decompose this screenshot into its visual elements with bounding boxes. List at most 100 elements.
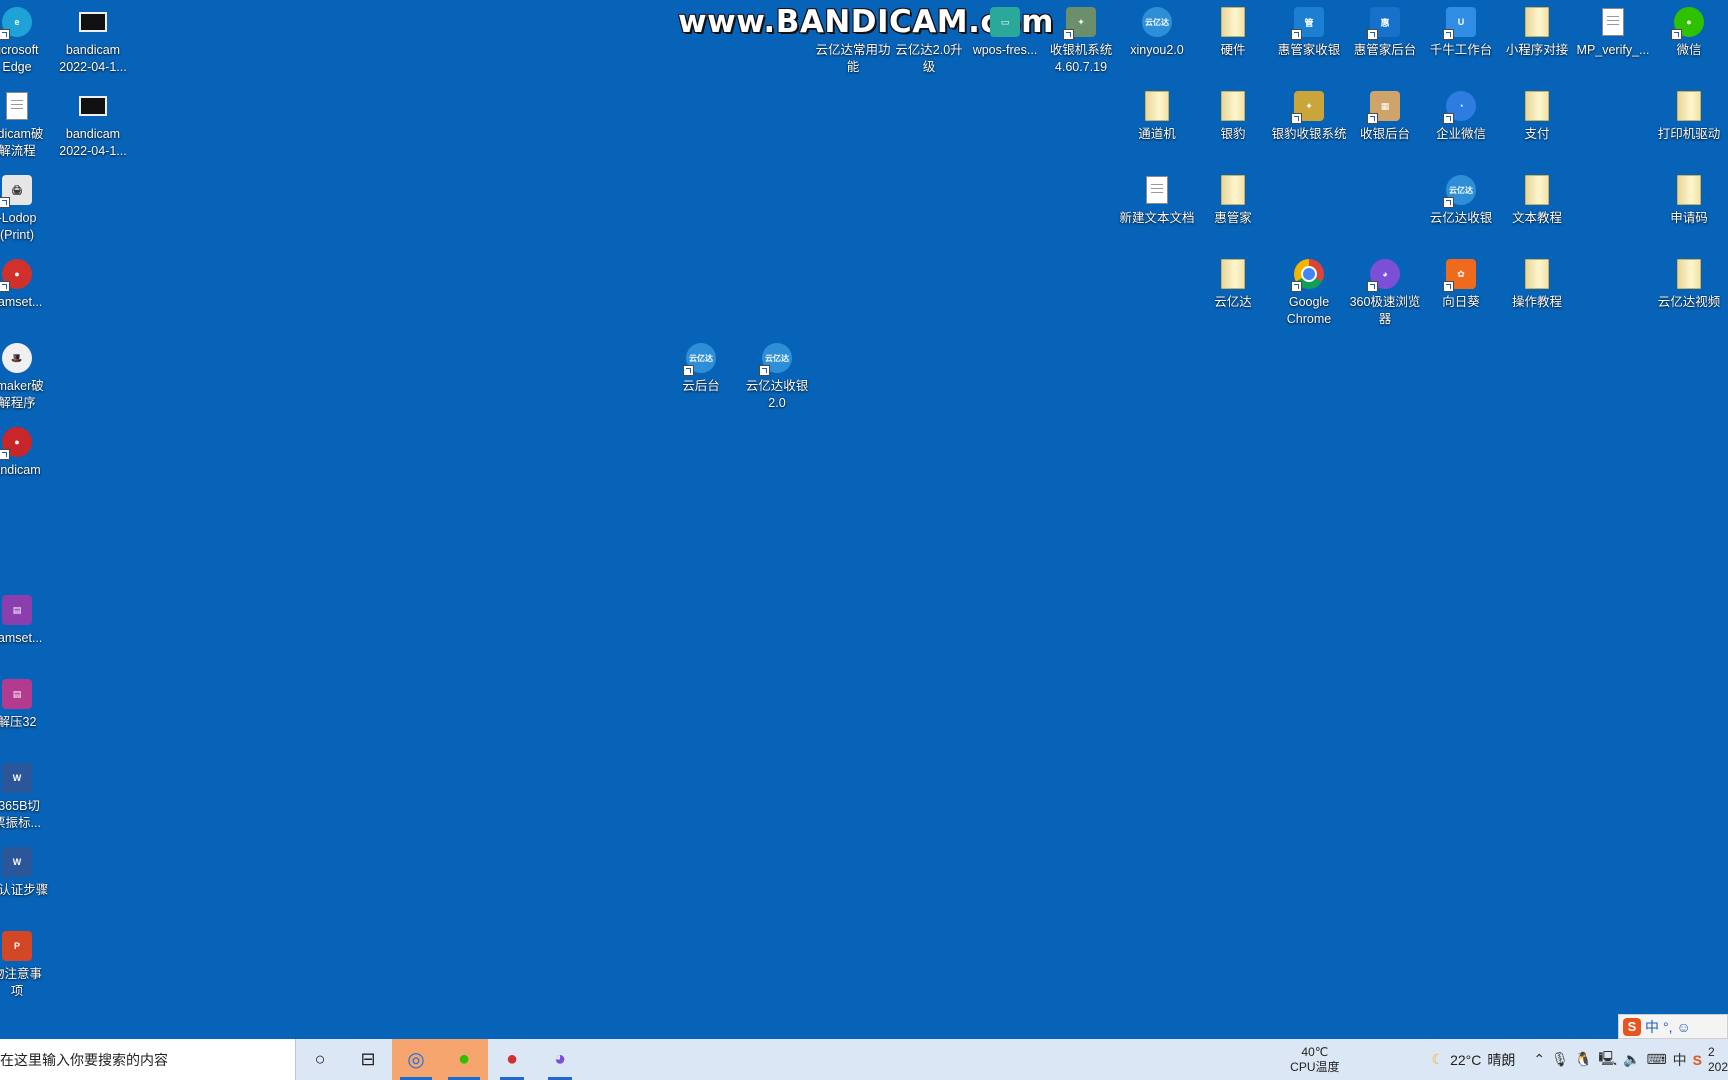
desktop-icon-label: camset...	[0, 631, 43, 645]
shortcut-arrow-icon	[1291, 29, 1302, 40]
desktop-icon-printer-driver[interactable]: 打印机驱动	[1652, 90, 1726, 143]
desktop-icon-operation-tutorial[interactable]: 操作教程	[1500, 258, 1574, 311]
volume-icon[interactable]: 🔈	[1623, 1051, 1640, 1068]
desktop-icon-bandicam2[interactable]: bandicam 2022-04-1...	[56, 90, 130, 160]
desktop-icon-label: 收银后台	[1359, 127, 1410, 141]
desktop-icon-label: 云亿达收银 2.0	[745, 379, 809, 410]
desktop-icon-mp-verify[interactable]: MP_verify_...	[1576, 6, 1650, 59]
desktop-icon-bandicam1[interactable]: bandicam 2022-04-1...	[56, 6, 130, 76]
folder-icon	[1521, 258, 1553, 290]
clock-date: 202	[1708, 1059, 1728, 1074]
desktop-icon-label: 支付	[1524, 127, 1550, 141]
desktop-icon-360[interactable]: ◕ 360极速浏览 器	[1348, 258, 1422, 328]
desktop-icon-lodop[interactable]: 🖨 -Lodop (Print)	[0, 174, 54, 244]
desktop-icon-tutorial[interactable]: 文本教程	[1500, 174, 1574, 227]
desktop-icon-yun-pos2[interactable]: 云亿达 云亿达收银 2.0	[740, 342, 814, 412]
network-icon[interactable]: 🖳	[1598, 1048, 1617, 1072]
weather-desc[interactable]: 晴朗	[1487, 1050, 1515, 1070]
desktop-icon-label: 惠管家后台	[1353, 43, 1417, 57]
desktop-icon-yinbao[interactable]: 银豹	[1196, 90, 1270, 143]
desktop-icon-hgj-backend[interactable]: 惠惠管家后台	[1348, 6, 1422, 59]
desktop-icon-xinyou[interactable]: 云亿达 xinyou2.0	[1120, 6, 1194, 59]
desktop-icon-bandicam-app[interactable]: ● andicam	[0, 426, 54, 479]
desktop-icon-ppt-notes[interactable]: P 物注意事 项	[0, 930, 54, 1000]
microphone-icon[interactable]: 🎙	[1551, 1051, 1569, 1068]
taskbar-app-bandicam[interactable]: ●	[488, 1039, 536, 1080]
desktop-icon-hardware[interactable]: 硬件	[1196, 6, 1270, 59]
desktop-icon-pay[interactable]: 支付	[1500, 90, 1574, 143]
desktop-icon-yun-pos[interactable]: 云亿达 云亿达收银	[1424, 174, 1498, 227]
folder-icon	[1673, 90, 1705, 122]
taskbar-app-wechat[interactable]: ●	[440, 1039, 488, 1080]
desktop-icon-yun-backend[interactable]: 云亿达 云后台	[664, 342, 738, 395]
desktop-icon-yun-common[interactable]: 云亿达常用功 能	[815, 6, 890, 76]
desktop-icon-word-auth[interactable]: W 言认证步骤	[0, 846, 54, 899]
folder-icon	[1217, 6, 1249, 38]
image-icon: ▦	[1367, 90, 1401, 124]
360-icon: ◕	[553, 1048, 567, 1070]
desktop-icon-yun-video[interactable]: 云亿达视频	[1652, 258, 1726, 311]
desktop-icon-chrome[interactable]: Google Chrome	[1272, 258, 1346, 328]
clock[interactable]: 2 202	[1708, 1045, 1728, 1075]
desktop-icon-yunyida[interactable]: 云亿达	[1196, 258, 1270, 311]
wechat-icon: ●	[457, 1048, 471, 1070]
edge-icon: e	[0, 6, 33, 40]
qq-icon[interactable]: 🐧	[1575, 1051, 1592, 1068]
desktop-icon-label: 云亿达常用功 能	[815, 43, 891, 74]
task-view-button[interactable]: ⊟	[344, 1039, 392, 1080]
desktop-icon-pos-backend[interactable]: ▦ 收银后台	[1348, 90, 1422, 143]
desktop-icon-unzip32[interactable]: ▤ 解压32	[0, 678, 54, 731]
desktop-icon-wpos[interactable]: ▭ wpos-fres...	[968, 6, 1042, 59]
desktop-icon-pos-system[interactable]: ✦ 收银机系统 4.60.7.19	[1044, 6, 1118, 76]
desktop-icon-yinbao-pos[interactable]: ✦ 银豹收银系统	[1271, 90, 1347, 143]
taskbar-search-input[interactable]: 在这里输入你要搜索的内容	[0, 1039, 296, 1080]
ime-language[interactable]: 中	[1645, 1017, 1659, 1037]
desktop-icon-edge[interactable]: elicrosoft Edge	[0, 6, 54, 76]
chevron-up-icon[interactable]: ⌃	[1533, 1051, 1545, 1068]
desktop-icon-label: 申请码	[1670, 211, 1708, 225]
taskbar-app-360[interactable]: ◕	[536, 1039, 584, 1080]
folder-icon	[1521, 6, 1553, 38]
desktop-icon-new-text[interactable]: 新建文本文档	[1119, 174, 1195, 227]
cortana-button[interactable]: ○	[296, 1039, 344, 1080]
keyboard-icon[interactable]: ⌨	[1646, 1051, 1666, 1068]
desktop-icon-label: 微信	[1676, 43, 1702, 57]
desktop-icon-yun-upgrade[interactable]: 云亿达2.0升 级	[892, 6, 966, 76]
desktop-icon-label: 向日葵	[1442, 295, 1480, 309]
desktop-icon-label: 文本教程	[1511, 211, 1562, 225]
weather-temp[interactable]: 22°C	[1450, 1052, 1481, 1068]
desktop-icon-channel[interactable]: 通道机	[1120, 90, 1194, 143]
qianniu-icon: U	[1443, 6, 1477, 40]
shortcut-arrow-icon	[0, 281, 10, 292]
desktop-icon-label: 惠管家	[1214, 211, 1252, 225]
sogou-ime-icon[interactable]: S	[1623, 1017, 1641, 1036]
taskbar-app-browser[interactable]: ◎	[392, 1039, 440, 1080]
desktop-icon-qianniu[interactable]: U 千牛工作台	[1424, 6, 1498, 59]
desktop-icon-wechat[interactable]: ● 微信	[1652, 6, 1726, 59]
cpu-temp-label: CPU温度	[1290, 1059, 1340, 1074]
desktop-icon-hgj[interactable]: 惠管家	[1196, 174, 1270, 227]
desktop-icon-label: MP_verify_...	[1576, 43, 1650, 57]
desktop-icon-wework[interactable]: ◔ 企业微信	[1424, 90, 1498, 143]
desktop-icon-label: 银豹	[1220, 127, 1246, 141]
ime-emoji-icon[interactable]: ☺	[1677, 1019, 1691, 1035]
desktop-icon-vmaker[interactable]: 🎩 ymaker破 解程序	[0, 342, 54, 412]
desktop-icon-bandicam-crack[interactable]: ndicam破 解流程	[0, 90, 54, 160]
desktop-icon-label: 操作教程	[1511, 295, 1562, 309]
folder-icon	[1673, 258, 1705, 290]
input-method-icon[interactable]: 中	[1673, 1050, 1687, 1070]
text-file-icon	[1597, 6, 1629, 38]
sogou-tray-icon[interactable]: S	[1693, 1052, 1702, 1068]
desktop-icon-label: andicam	[0, 463, 41, 477]
desktop-icon-hgj-pos[interactable]: 管惠管家收银	[1272, 6, 1346, 59]
ime-toolbar[interactable]: S 中 °, ☺	[1618, 1014, 1728, 1039]
clock-time: 2	[1708, 1044, 1715, 1059]
cpu-temperature[interactable]: 40℃ CPU温度	[1290, 1045, 1339, 1075]
desktop-icon-camset1[interactable]: ● camset...	[0, 258, 54, 311]
desktop-icon-camset2[interactable]: ▤ camset...	[0, 594, 54, 647]
desktop-icon-sunflower[interactable]: ✿ 向日葵	[1424, 258, 1498, 311]
ime-punctuation[interactable]: °,	[1663, 1019, 1673, 1035]
desktop-icon-apply-code[interactable]: 申请码	[1652, 174, 1726, 227]
desktop-icon-word365b[interactable]: W -365B切 票振标...	[0, 762, 54, 832]
desktop-icon-miniprogram[interactable]: 小程序对接	[1500, 6, 1574, 59]
